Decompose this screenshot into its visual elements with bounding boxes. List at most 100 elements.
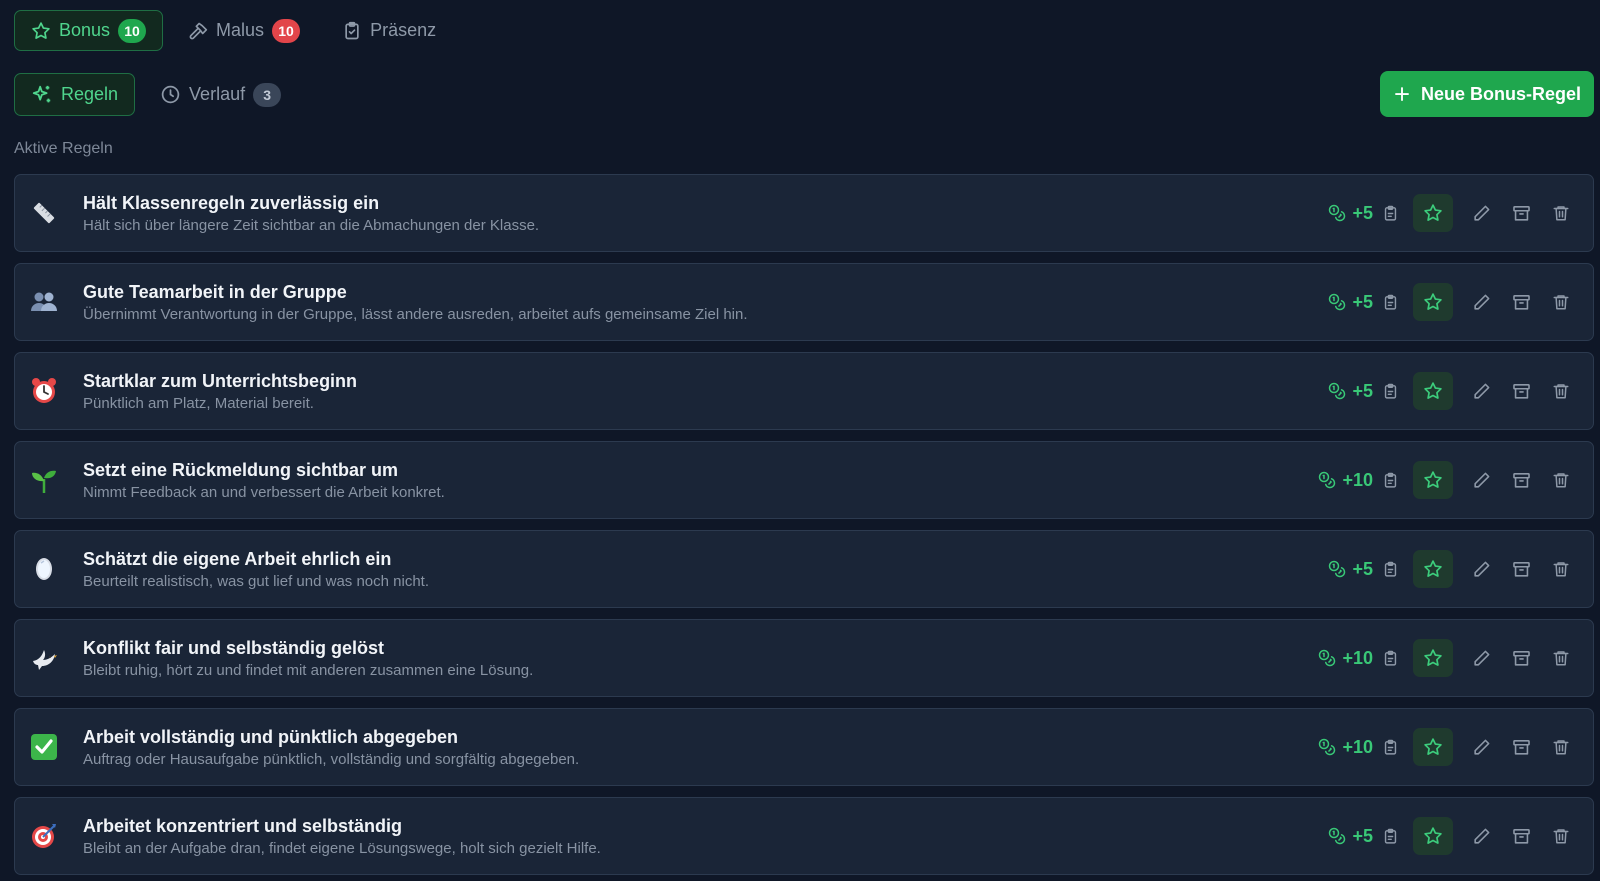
pencil-icon	[1472, 560, 1491, 579]
star-icon	[1423, 203, 1443, 223]
rule-presence-button[interactable]	[1373, 194, 1407, 232]
rule-delete-button[interactable]	[1541, 728, 1581, 766]
rule-edit-button[interactable]	[1461, 639, 1501, 677]
star-icon	[1423, 559, 1443, 579]
rule-delete-button[interactable]	[1541, 283, 1581, 321]
sparkles-icon	[31, 84, 53, 106]
rule-favorite-button[interactable]	[1413, 550, 1453, 588]
rule-edit-button[interactable]	[1461, 461, 1501, 499]
star-icon	[1423, 648, 1443, 668]
rule-edit-button[interactable]	[1461, 728, 1501, 766]
rule-points-value: +5	[1352, 380, 1373, 401]
tab-malus-count: 10	[272, 18, 301, 43]
rule-favorite-button[interactable]	[1413, 194, 1453, 232]
rule-favorite-button[interactable]	[1413, 639, 1453, 677]
rule-archive-button[interactable]	[1501, 639, 1541, 677]
clipboard-icon	[1382, 294, 1399, 311]
rule-edit-button[interactable]	[1461, 817, 1501, 855]
rule-text: Hält Klassenregeln zuverlässig ein Hält …	[83, 192, 539, 235]
clipboard-icon	[1382, 383, 1399, 400]
pencil-icon	[1472, 738, 1491, 757]
trash-icon	[1552, 382, 1570, 400]
pencil-icon	[1472, 382, 1491, 401]
rule-delete-button[interactable]	[1541, 194, 1581, 232]
rule-row[interactable]: Hält Klassenregeln zuverlässig ein Hält …	[14, 174, 1594, 252]
rule-archive-button[interactable]	[1501, 550, 1541, 588]
tab-praesenz[interactable]: Präsenz	[325, 10, 453, 51]
rule-archive-button[interactable]	[1501, 461, 1541, 499]
rule-archive-button[interactable]	[1501, 283, 1541, 321]
rule-row[interactable]: Konflikt fair und selbständig gelöst Ble…	[14, 619, 1594, 697]
ruler-icon	[27, 196, 61, 230]
rule-delete-button[interactable]	[1541, 817, 1581, 855]
tab-regeln[interactable]: Regeln	[14, 73, 136, 116]
star-icon	[1423, 737, 1443, 757]
tab-bonus-label: Bonus	[59, 20, 111, 40]
coins-icon	[1318, 471, 1336, 489]
seedling-icon	[27, 463, 61, 497]
rule-title: Gute Teamarbeit in der Gruppe	[83, 281, 347, 302]
rule-row[interactable]: Arbeit vollständig und pünktlich abgegeb…	[14, 708, 1594, 786]
rule-edit-button[interactable]	[1461, 372, 1501, 410]
trash-icon	[1552, 204, 1570, 222]
pencil-icon	[1472, 293, 1491, 312]
rule-points: +5	[1283, 381, 1373, 402]
rule-row[interactable]: Startklar zum Unterrichtsbeginn Pünktlic…	[14, 352, 1594, 430]
section-title: Aktive Regeln	[14, 140, 113, 157]
star-icon	[1423, 381, 1443, 401]
coins-icon	[1328, 293, 1346, 311]
rule-delete-button[interactable]	[1541, 372, 1581, 410]
rule-edit-button[interactable]	[1461, 283, 1501, 321]
rule-presence-button[interactable]	[1373, 728, 1407, 766]
rule-row[interactable]: Setzt eine Rückmeldung sichtbar um Nimmt…	[14, 441, 1594, 519]
coins-icon	[1318, 649, 1336, 667]
star-icon	[31, 21, 51, 41]
rule-actions: +10	[1283, 442, 1593, 518]
plus-icon	[1393, 85, 1411, 103]
rule-text: Arbeit vollständig und pünktlich abgegeb…	[83, 726, 579, 769]
rule-favorite-button[interactable]	[1413, 461, 1453, 499]
rule-favorite-button[interactable]	[1413, 372, 1453, 410]
rule-presence-button[interactable]	[1373, 372, 1407, 410]
archive-icon	[1512, 827, 1531, 846]
rule-description: Hält sich über längere Zeit sichtbar an …	[83, 216, 540, 234]
rule-favorite-button[interactable]	[1413, 283, 1453, 321]
rule-presence-button[interactable]	[1373, 817, 1407, 855]
rule-presence-button[interactable]	[1373, 461, 1407, 499]
rule-delete-button[interactable]	[1541, 550, 1581, 588]
tab-malus[interactable]: Malus 10	[171, 10, 317, 51]
rule-points-value: +5	[1352, 202, 1373, 223]
rule-points: +5	[1283, 203, 1373, 224]
target-icon	[27, 819, 61, 853]
rule-edit-button[interactable]	[1461, 550, 1501, 588]
rule-favorite-button[interactable]	[1413, 817, 1453, 855]
hammer-icon	[188, 21, 208, 41]
rule-text: Schätzt die eigene Arbeit ehrlich ein Be…	[83, 548, 429, 591]
rule-archive-button[interactable]	[1501, 372, 1541, 410]
rule-delete-button[interactable]	[1541, 461, 1581, 499]
rule-row[interactable]: Schätzt die eigene Arbeit ehrlich ein Be…	[14, 530, 1594, 608]
rule-archive-button[interactable]	[1501, 194, 1541, 232]
tab-bonus[interactable]: Bonus 10	[14, 10, 164, 51]
rule-presence-button[interactable]	[1373, 639, 1407, 677]
rule-points-value: +10	[1342, 469, 1373, 490]
rule-text: Konflikt fair und selbständig gelöst Ble…	[83, 637, 533, 680]
star-icon	[1423, 470, 1443, 490]
archive-icon	[1512, 471, 1531, 490]
new-bonus-rule-button[interactable]: Neue Bonus-Regel	[1380, 71, 1594, 117]
rule-delete-button[interactable]	[1541, 639, 1581, 677]
tab-bonus-count: 10	[118, 18, 147, 43]
rule-presence-button[interactable]	[1373, 550, 1407, 588]
rule-presence-button[interactable]	[1373, 283, 1407, 321]
rule-title: Schätzt die eigene Arbeit ehrlich ein	[83, 548, 392, 569]
rule-favorite-button[interactable]	[1413, 728, 1453, 766]
tab-verlauf[interactable]: Verlauf 3	[143, 73, 298, 116]
rule-row[interactable]: Arbeitet konzentriert und selbständig Bl…	[14, 797, 1594, 875]
alarm-clock-icon	[27, 374, 61, 408]
rule-edit-button[interactable]	[1461, 194, 1501, 232]
clock-icon	[160, 84, 181, 105]
rule-archive-button[interactable]	[1501, 728, 1541, 766]
rule-row[interactable]: Gute Teamarbeit in der Gruppe Übernimmt …	[14, 263, 1594, 341]
rule-archive-button[interactable]	[1501, 817, 1541, 855]
coins-icon	[1318, 738, 1336, 756]
